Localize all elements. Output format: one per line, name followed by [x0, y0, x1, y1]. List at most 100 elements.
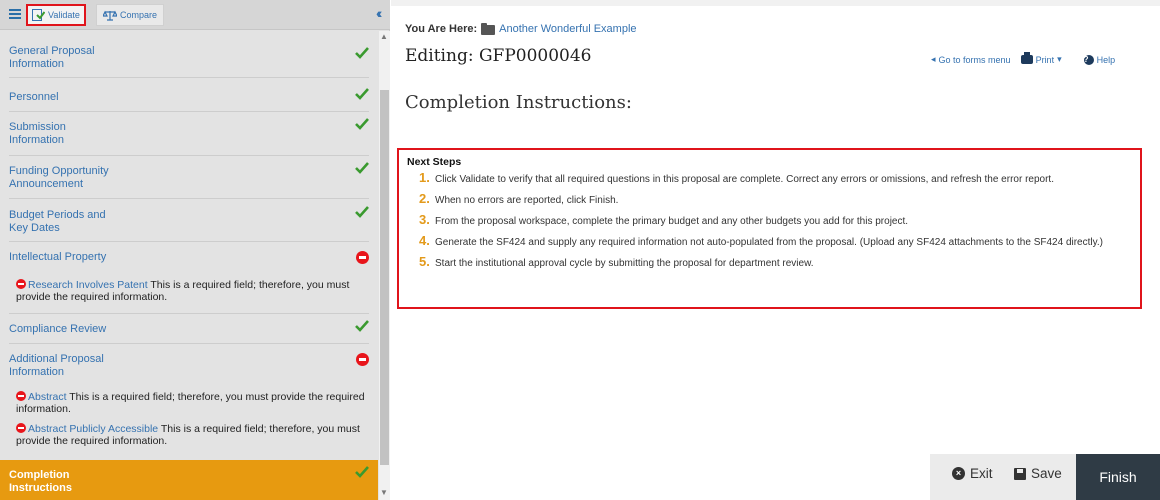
help-link[interactable]: ? Help — [1083, 54, 1116, 65]
top-bar — [391, 0, 1160, 6]
hamburger-menu-icon[interactable] — [9, 9, 21, 19]
error-icon — [356, 251, 369, 264]
error-icon — [16, 391, 26, 401]
sidebar-item-intellectual-property[interactable]: Intellectual Property — [0, 251, 378, 264]
print-button[interactable]: Print ▾ — [1020, 52, 1062, 65]
section-title: Completion Instructions: — [405, 92, 632, 113]
step-text: When no errors are reported, click Finis… — [435, 195, 619, 206]
main-content: You Are Here: Another Wonderful Example … — [391, 0, 1160, 500]
step-item: 4. Generate the SF424 and supply any req… — [407, 233, 1132, 249]
printer-icon — [1020, 52, 1033, 64]
scroll-up-icon[interactable]: ▲ — [380, 32, 388, 41]
scale-icon — [103, 10, 117, 21]
header-actions: ◂ Go to forms menu Print ▾ ? Help — [931, 52, 1116, 65]
sidebar-item-label: General Proposal Information — [9, 45, 95, 70]
step-text: Click Validate to verify that all requir… — [435, 174, 1054, 185]
you-are-here-label: You Are Here: — [405, 23, 478, 35]
step-item: 5. Start the institutional approval cycl… — [407, 254, 1132, 270]
check-icon — [355, 88, 369, 100]
folder-icon — [481, 23, 496, 35]
step-text: Start the institutional approval cycle b… — [435, 258, 814, 269]
step-text: From the proposal workspace, complete th… — [435, 216, 909, 227]
exit-label: Exit — [970, 466, 993, 481]
check-icon — [355, 47, 369, 59]
sidebar-item-additional-proposal-information[interactable]: Additional Proposal Information — [0, 353, 378, 379]
sidebar-item-funding-opportunity-announcement[interactable]: Funding Opportunity Announcement — [0, 162, 378, 191]
sidebar-nav: General Proposal Information Personnel S… — [0, 31, 378, 500]
check-icon — [355, 320, 369, 332]
sidebar-item-label: Compliance Review — [9, 323, 107, 335]
check-icon — [355, 466, 369, 478]
help-icon: ? — [1083, 54, 1094, 65]
go-to-forms-label: Go to forms menu — [938, 54, 1011, 65]
error-message-abstract: Abstract This is a required field; there… — [16, 391, 368, 415]
step-number: 4. — [419, 233, 430, 248]
sidebar-item-personnel[interactable]: Personnel — [0, 88, 378, 104]
error-icon — [356, 353, 369, 366]
save-button[interactable]: Save — [1014, 466, 1062, 481]
error-link-research-involves-patent[interactable]: Research Involves Patent — [28, 279, 148, 291]
sidebar-item-label: Funding Opportunity Announcement — [9, 165, 109, 190]
save-label: Save — [1031, 466, 1062, 481]
step-number: 3. — [419, 212, 430, 227]
step-item: 3. From the proposal workspace, complete… — [407, 212, 1132, 228]
error-link-abstract-publicly-accessible[interactable]: Abstract Publicly Accessible — [28, 423, 158, 435]
error-message-research-involves-patent: Research Involves Patent This is a requi… — [16, 279, 368, 303]
compare-label: Compare — [120, 10, 158, 20]
go-to-forms-link[interactable]: ◂ Go to forms menu — [931, 54, 1011, 65]
error-link-abstract[interactable]: Abstract — [28, 391, 67, 403]
sidebar-item-label: Budget Periods and Key Dates — [9, 209, 106, 234]
divider — [9, 241, 369, 242]
divider — [9, 198, 369, 199]
sidebar-item-label: Completion Instructions — [9, 469, 72, 494]
check-icon — [355, 162, 369, 174]
scroll-down-icon[interactable]: ▼ — [380, 488, 388, 497]
print-label: Print — [1035, 54, 1055, 65]
check-icon — [355, 118, 369, 130]
sidebar-item-general-proposal-information[interactable]: General Proposal Information — [0, 45, 378, 71]
sidebar-item-submission-information[interactable]: Submission Information — [0, 118, 378, 147]
sidebar-toolbar: Validate Compare ‹‹ — [0, 0, 390, 30]
sidebar: Validate Compare ‹‹ General Proposal Inf… — [0, 0, 390, 500]
validate-button[interactable]: Validate — [26, 4, 86, 26]
sidebar-scroll-thumb[interactable] — [380, 90, 389, 465]
validate-label: Validate — [48, 10, 80, 20]
divider — [9, 111, 369, 112]
error-icon — [16, 423, 26, 433]
divider — [9, 343, 369, 344]
breadcrumb-link[interactable]: Another Wonderful Example — [499, 23, 636, 35]
next-steps-title: Next Steps — [407, 156, 462, 168]
caret-left-icon: ◂ — [931, 54, 936, 64]
error-icon — [16, 279, 26, 289]
exit-button[interactable]: × Exit — [952, 466, 993, 481]
error-text: This is a required field; therefore, you… — [16, 391, 365, 415]
step-item: 1. Click Validate to verify that all req… — [407, 170, 1132, 186]
step-number: 2. — [419, 191, 430, 206]
error-message-abstract-publicly-accessible: Abstract Publicly Accessible This is a r… — [16, 423, 368, 447]
page-title: Editing: GFP0000046 — [405, 46, 592, 66]
sidebar-item-label: Intellectual Property — [9, 251, 107, 263]
sidebar-item-compliance-review[interactable]: Compliance Review — [0, 320, 378, 336]
validate-check-icon — [32, 9, 45, 21]
check-icon — [355, 206, 369, 218]
save-disk-icon — [1014, 467, 1026, 480]
help-label: Help — [1096, 54, 1116, 65]
sidebar-item-label: Additional Proposal Information — [9, 353, 104, 378]
breadcrumb: You Are Here: Another Wonderful Example — [405, 23, 637, 35]
double-chevron-left-icon[interactable]: ‹‹ — [376, 5, 383, 21]
step-number: 1. — [419, 170, 430, 185]
sidebar-item-budget-periods-and-key-dates[interactable]: Budget Periods and Key Dates — [0, 206, 378, 235]
sidebar-item-completion-instructions[interactable]: Completion Instructions — [0, 460, 378, 500]
divider — [9, 77, 369, 78]
sidebar-item-label: Submission Information — [9, 121, 66, 146]
step-number: 5. — [419, 254, 430, 269]
caret-down-icon: ▾ — [1057, 54, 1062, 64]
compare-button[interactable]: Compare — [96, 4, 165, 26]
finish-button[interactable]: Finish — [1076, 454, 1160, 500]
divider — [9, 313, 369, 314]
divider — [9, 155, 369, 156]
next-steps-box: Next Steps 1. Click Validate to verify t… — [397, 148, 1142, 309]
step-text: Generate the SF424 and supply any requir… — [435, 237, 1103, 248]
step-item: 2. When no errors are reported, click Fi… — [407, 191, 1132, 207]
sidebar-item-label: Personnel — [9, 91, 59, 103]
